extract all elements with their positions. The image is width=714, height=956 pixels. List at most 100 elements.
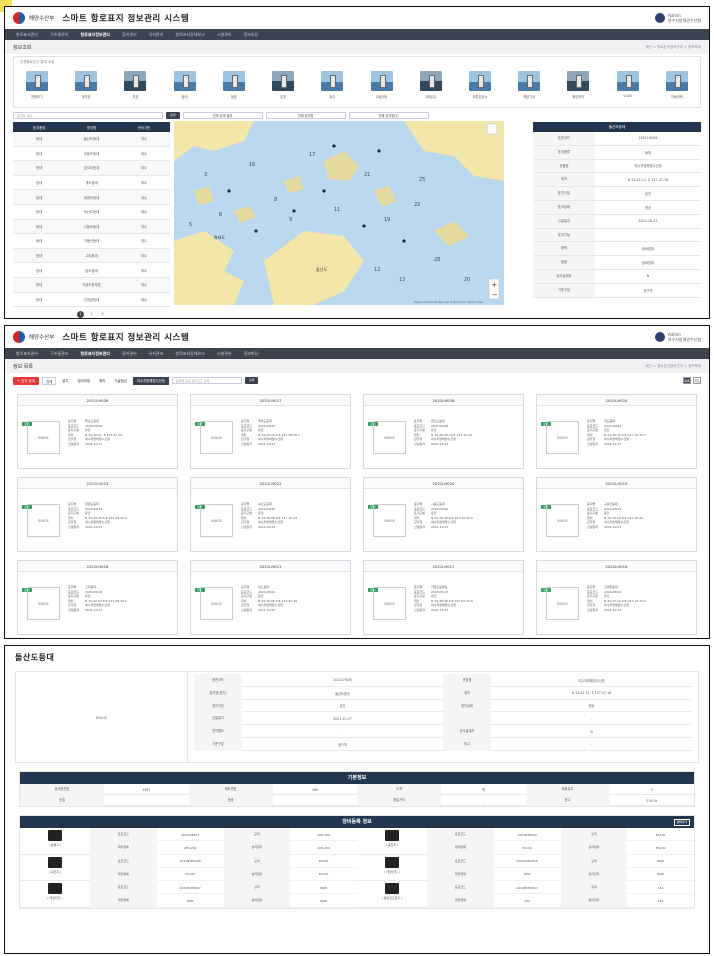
aid-card[interactable]: 2021LH020 설치 IMAGE 표지명 시동도등대 표준코드 2021LH020 표지구… [363,477,524,552]
table-row[interactable]: 등대 시동도등대 여수 [13,219,170,235]
page-1[interactable]: 1 [77,311,84,318]
type-icon-item[interactable]: 부표 [118,71,152,99]
type-icon-item[interactable]: 자동관측 [660,71,694,99]
tab-names-count[interactable]: 전체 표지명(3) [348,111,429,119]
list-view-toggle[interactable]: 목록 [683,377,691,384]
ministry-logo[interactable]: 해양수산부 [13,331,54,343]
equipment-item[interactable]: ( 충방전조절기 ) 표준코드 2021BCE0017 규격 15A 제작업체 15A 설치일… [357,881,694,908]
nav-item[interactable]: 항로표지관리 [11,32,43,38]
table-row[interactable]: 등대 가끔도등부표 여수 [13,277,170,293]
table-row[interactable]: 등대 개도등대 여수 [13,176,170,191]
table-row[interactable]: 등대 돌산도등대 여수 [13,132,170,147]
nav-item[interactable]: 구조물관리 [45,32,73,38]
type-icon-item[interactable]: 교량(우) [414,71,448,99]
filter-all[interactable]: 전체 [42,376,57,385]
nav-item[interactable]: 유지관리 [144,351,169,357]
type-icon-item[interactable]: V-AIS [611,71,645,99]
table-cell: 여수 [140,297,147,302]
page-2[interactable]: 2 [88,311,95,318]
map-view-toggle[interactable]: 지도 [693,377,701,384]
search-input[interactable]: 표지명 검색 [13,111,163,119]
ministry-logo[interactable]: 해양수산부 [13,12,54,24]
page-3[interactable]: 3 [99,311,106,318]
aid-card[interactable]: 2021LH017 설치 IMAGE 표지명 가끔도등부표 표준코드 2021LH017 표지… [363,560,524,635]
equipment-item[interactable]: ( 축전지 ) 표준코드 2021BTE0008 규격 ES100 제작업체 ES100 설치… [20,854,357,881]
type-icon-item[interactable]: 조류신호소 [463,71,497,99]
filter-install[interactable]: 설치 [59,377,71,385]
card-info-row: 신설일자 2021-10-27 [587,608,646,613]
type-icon-item[interactable]: 첨단부이 [561,71,595,99]
type-icons: 전체보기 등부표 부표 등대 등표 입표 등주 교량(좌) 교량(우) 조류신호소 해양기상 첨단부이… [20,71,694,99]
tab-all-names[interactable]: 전체 표지명 [265,111,346,119]
nav-item[interactable]: 항로표지장애보고 [170,32,209,38]
user-profile[interactable]: Admin 여수지방해양수산청 [654,332,701,342]
tab-all-results[interactable]: 전체 검색 결과 [182,111,263,119]
avatar [654,332,665,342]
nav-item[interactable]: 장비관리 [117,351,142,357]
nav-item-active[interactable]: 항로표지정보관리 [76,351,115,357]
office-dropdown[interactable]: 여수지방해양수산청 [132,376,169,385]
nav-item-active[interactable]: 항로표지정보관리 [76,32,115,38]
nav-item[interactable]: 시설관리 [212,351,237,357]
add-equipment-button[interactable]: 장비추가 [673,819,690,826]
type-icon-item[interactable]: 등주 [315,71,349,99]
aid-card[interactable]: 2021LH018 설치 IMAGE 표지명 고리등대 표준코드 2021LH018 표지구분… [17,560,178,635]
aid-card[interactable]: 2021LH022 설치 IMAGE 표지명 녹산도등대 표준코드 2021LH022 표지구… [190,477,351,552]
nav-item[interactable]: 항로표지장애보고 [170,351,209,357]
search-button[interactable]: 검색 [166,111,180,119]
add-aid-button[interactable]: + 표지 등록 [13,376,40,385]
svg-text:5: 5 [189,222,192,228]
filter-inspect[interactable]: 기술점검 [111,377,129,385]
filter-abolish[interactable]: 폐지 [96,377,108,385]
user-profile[interactable]: Admin 여수지방해양수산청 [654,13,701,23]
filter-revise[interactable]: 설비개정 [75,377,93,385]
table-row[interactable]: 등대 구봉산등대 여수 [13,234,170,249]
table-row[interactable]: 등대 고리등대 여수 [13,248,170,264]
aid-card[interactable]: 2021LH023 설치 IMAGE 표지명 대경도등대 표준코드 2021LH023 표지구… [17,477,178,552]
table-row[interactable]: 등대 간여암등대 여수 [13,293,170,308]
table-cell: 등대 [36,239,43,244]
card-body: 설치 IMAGE 표지명 고리등대 표준코드 2021LH018 표지구분 유인 위치 N 34-… [18,572,177,620]
type-icon-item[interactable]: 등부표 [69,71,103,99]
nav-item[interactable]: 시설관리 [212,32,237,38]
equipment-item[interactable]: ( 등명기 ) 표준코드 2021LTE407 규격 LED-200 제작업체 LED-20… [20,828,357,855]
nav-item[interactable]: 항로표지관리 [11,351,43,357]
card-info: 표지명 구봉산등대 표준코드 2021LH019 표지구분 유인 위치 N 34-36-10.… [587,502,643,530]
nav-item[interactable]: 정보마당 [239,32,264,38]
aid-card[interactable]: 2021LH019 설치 IMAGE 표지명 구봉산등대 표준코드 2021LH019 표지구… [536,477,697,552]
equipment-item[interactable]: ( 축전지 ) 표준코드 2021BTE020 규격 ES100 제작업체 ES100 설치일… [357,828,694,855]
equipment-item[interactable]: ( 태양전지 ) 표준코드 2021SCE0017 규격 80W 제작업체 80W 설치일자 8… [20,881,357,908]
list-search-input[interactable]: 표지명 또는 표지코드 검색 [171,377,242,384]
nav-item[interactable]: 구조물관리 [45,351,73,357]
nav-item[interactable]: 유지관리 [144,32,169,38]
nautical-map[interactable]: 3 8 8 17 21 19 22 28 12 13 16 11 20 5 9 25 돌산도 화태도 +… [174,121,504,305]
nav-item[interactable]: 장비관리 [117,32,142,38]
card-info-key: 신설일자 [241,607,253,612]
type-icon-item[interactable]: 등대 [168,71,202,99]
card-body: 설치 IMAGE 표지명 간여암등대 표준코드 2021LH016 표지구분 유인 위치 N 34… [537,572,696,620]
aid-card[interactable]: 2021LH028 설치 IMAGE 표지명 금오도등대 표준코드 2021LH028 표지구… [363,394,524,469]
list-search-button[interactable]: 검색 [244,377,259,384]
aid-card[interactable]: 2021LH026 설치 IMAGE 표지명 돌산도등대 표준코드 2021LH026 표지구… [17,394,178,469]
table-row[interactable]: 등대 녹산도등대 여수 [13,205,170,220]
type-icon-item[interactable]: 등표 [217,71,251,99]
table-cell: 등대 [36,137,43,142]
lighthouse-icon [468,71,491,91]
type-icon-item[interactable]: 교량(좌) [365,71,399,99]
type-icon-item[interactable]: 입표 [266,71,300,99]
table-row[interactable]: 등대 남도등대 여수 [13,263,170,278]
aid-card[interactable]: 2021LH021 설치 IMAGE 표지명 남도등대 표준코드 2021LH021 표지구분… [190,560,351,635]
map-canvas[interactable]: 3 8 8 17 21 19 22 28 12 13 16 11 20 5 9 25 돌산도 화태도 +… [174,121,504,305]
type-icon-item[interactable]: 해양기상 [512,71,546,99]
equipment-item[interactable]: ( 태양전지 ) 표준코드 2021SCE0016 규격 80W 제작업체 80W 설치일자 8… [357,854,694,881]
table-row[interactable]: 등대 금오도등대 여수 [13,161,170,176]
aid-card[interactable]: 2021LH024 설치 IMAGE 표지명 개도등대 표준코드 2021LH024 표지구분… [536,394,697,469]
table-row[interactable]: 등대 오동도등대 여수 [13,147,170,162]
nav-item[interactable]: 정보마당 [239,351,264,357]
aid-card[interactable]: 2021LH027 설치 IMAGE 표지명 백야도등대 표준코드 2021LH027 표지구… [190,394,351,469]
type-icon-item[interactable]: 전체보기 [20,71,54,99]
card-info-row: 신설일자 2021-10-27 [68,525,127,530]
aid-card[interactable]: 2021LH016 설치 IMAGE 표지명 간여암등대 표준코드 2021LH016 표지구… [536,560,697,635]
card-image: IMAGE [27,421,60,454]
table-row[interactable]: 등대 대경도등대 여수 [13,190,170,205]
